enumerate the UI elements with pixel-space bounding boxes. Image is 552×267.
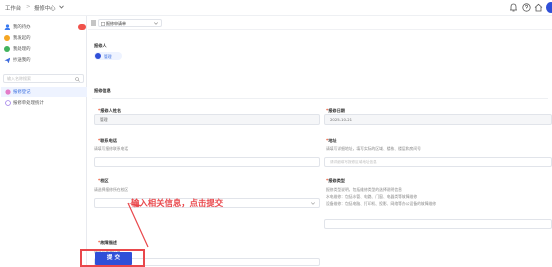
submit-button[interactable]: 提 交 [95, 252, 132, 265]
annotation-arrow [127, 202, 149, 248]
annotation-text: 输入相关信息，点击提交 [131, 198, 224, 208]
